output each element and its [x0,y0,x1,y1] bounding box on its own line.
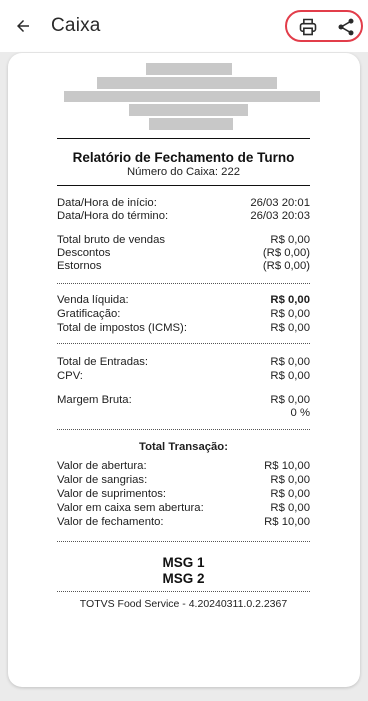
row-value: R$ 0,00 [270,308,310,320]
report-row: Valor em caixa sem abertura: R$ 0,00 [57,501,310,515]
redacted-line [146,63,232,75]
page-title: Caixa [51,15,101,36]
report-row: Valor de fechamento: R$ 10,00 [57,515,310,529]
report-row: Gratificação: R$ 0,00 [57,307,310,321]
row-label: Data/Hora de início: [57,197,157,209]
dotted-divider [57,541,310,542]
row-value: R$ 0,00 [270,234,310,246]
row-value: R$ 0,00 [270,356,310,368]
report-row: Descontos (R$ 0,00) [57,246,310,260]
row-value: R$ 10,00 [264,516,310,528]
report-row: Valor de suprimentos: R$ 0,00 [57,487,310,501]
row-label: Total bruto de vendas [57,234,166,246]
back-button[interactable] [10,13,36,39]
report-title: Relatório de Fechamento de Turno [72,150,295,165]
share-button[interactable] [334,15,358,39]
margin-percent: 0 % [290,407,310,419]
report-row: Venda líquida: R$ 0,00 [57,293,310,307]
row-label: Descontos [57,247,111,259]
row-label: Valor de abertura: [57,460,147,472]
row-value: R$ 0,00 [270,322,310,334]
report-row: Total de Entradas: R$ 0,00 [57,355,310,369]
report-row: Estornos (R$ 0,00) [57,259,310,273]
register-number: Número do Caixa: 222 [126,166,241,178]
redacted-line [97,77,277,89]
report-row: Margem Bruta: R$ 0,00 [57,393,310,407]
report-row: 0 % [57,406,310,420]
report-row: CPV: R$ 0,00 [57,369,310,383]
dotted-divider [57,283,310,284]
row-value: R$ 0,00 [270,394,310,406]
row-label: Estornos [57,260,102,272]
redacted-line [64,91,320,102]
row-value: R$ 10,00 [264,460,310,472]
row-value: (R$ 0,00) [262,260,310,272]
print-button[interactable] [296,15,320,39]
printer-icon [299,18,317,36]
dotted-divider [57,429,310,430]
row-label: Data/Hora do término: [57,210,169,222]
message-line: MSG 2 [162,571,205,586]
row-value: 26/03 20:03 [250,210,310,222]
row-label: Total de Entradas: [57,356,149,368]
row-value: R$ 0,00 [270,370,310,382]
row-label: Total de impostos (ICMS): [57,322,187,334]
report-row: Data/Hora de início: 26/03 20:01 [57,196,310,210]
version-footer: TOTVS Food Service - 4.20240311.0.2.2367 [79,598,288,610]
share-icon [338,18,354,36]
redacted-line [129,104,248,116]
divider [57,138,310,139]
redacted-line [149,118,233,130]
dotted-divider [57,591,310,592]
row-label: Valor em caixa sem abertura: [57,502,204,514]
row-value: R$ 0,00 [270,474,310,486]
divider [57,185,310,186]
row-label: Gratificação: [57,308,121,320]
transaction-title: Total Transação: [139,441,228,453]
report-row: Total bruto de vendas R$ 0,00 [57,233,310,247]
row-label: Valor de sangrias: [57,474,148,486]
row-value: R$ 0,00 [270,502,310,514]
app-bar: Caixa [0,0,368,52]
report-row: Data/Hora do término: 26/03 20:03 [57,209,310,223]
row-value: 26/03 20:01 [250,197,310,209]
row-label: Venda líquida: [57,294,129,306]
row-value: (R$ 0,00) [262,247,310,259]
actions-highlight [285,10,363,42]
row-label: Margem Bruta: [57,394,132,406]
report-row: Total de impostos (ICMS): R$ 0,00 [57,321,310,335]
report-row: Valor de abertura: R$ 10,00 [57,459,310,473]
row-value: R$ 0,00 [270,294,310,306]
dotted-divider [57,343,310,344]
row-value: R$ 0,00 [270,488,310,500]
report-row: Valor de sangrias: R$ 0,00 [57,473,310,487]
row-label: Valor de suprimentos: [57,488,167,500]
row-label: Valor de fechamento: [57,516,164,528]
row-label: CPV: [57,370,83,382]
message-line: MSG 1 [162,555,205,570]
arrow-left-icon [17,20,29,32]
